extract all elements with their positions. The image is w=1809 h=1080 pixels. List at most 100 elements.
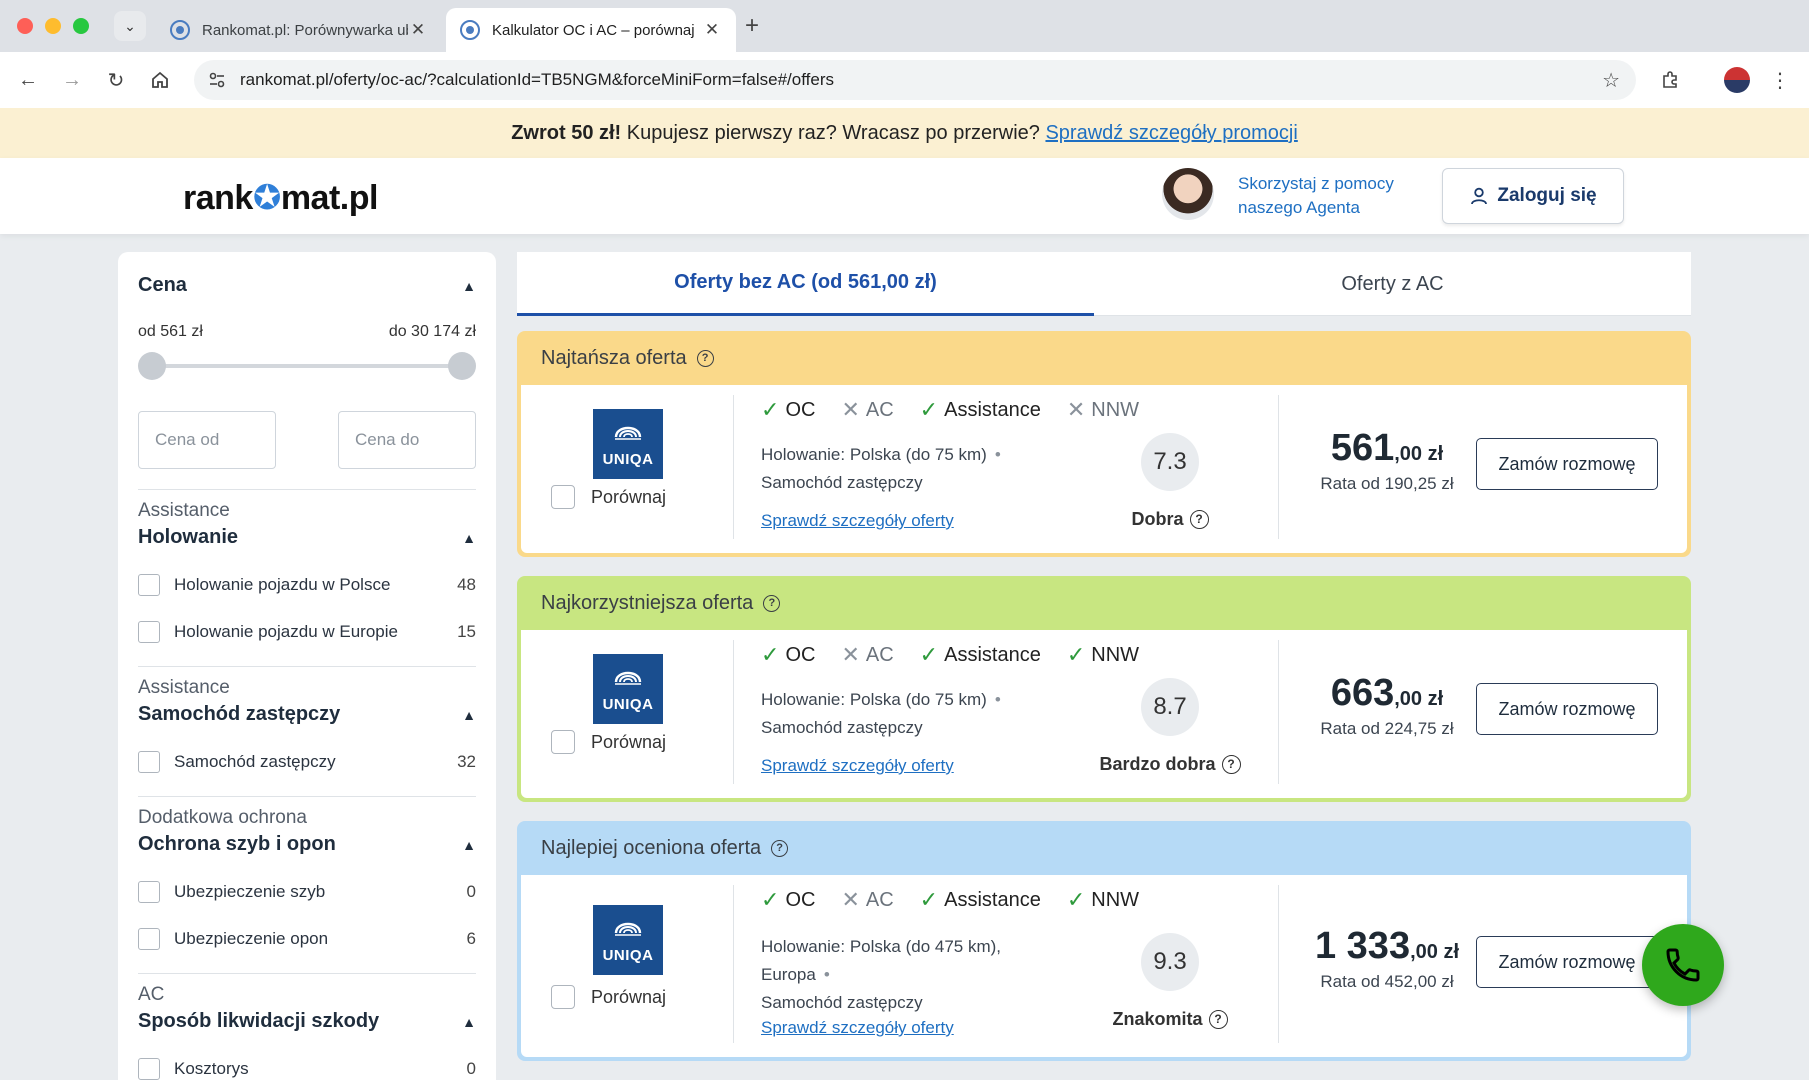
promo-details-link[interactable]: Sprawdź szczegóły promocji [1045,122,1297,144]
browser-tab-kalkulator[interactable]: Kalkulator OC i AC – porównaj ✕ [446,8,736,52]
chevron-up-icon[interactable]: ▲ [462,1014,476,1030]
compare-checkbox[interactable]: Porównaj [551,730,666,754]
new-tab-icon[interactable]: + [745,12,759,40]
tab-search-icon[interactable]: ⌄ [114,11,146,41]
checkbox[interactable] [138,621,160,643]
help-icon[interactable]: ? [771,839,789,857]
offer-details-link[interactable]: Sprawdź szczegóły oferty [761,756,954,776]
feature-nnw: ✓ NNW [1066,887,1140,912]
checkbox[interactable] [138,574,160,596]
tab-offers-without-ac[interactable]: Oferty bez AC (od 561,00 zł) [517,252,1094,316]
compare-checkbox[interactable]: Porównaj [551,485,666,509]
order-call-button[interactable]: Zamów rozmowę [1476,683,1658,735]
check-icon: ✓ [761,642,780,667]
offer-details-link[interactable]: Sprawdź szczegóły oferty [761,1018,954,1038]
filter-title: Sposób likwidacji szkody [138,1010,380,1032]
help-icon[interactable]: ? [1208,1010,1228,1029]
help-icon[interactable]: ? [763,594,781,612]
login-button[interactable]: Zaloguj się [1442,168,1624,224]
close-tab-icon[interactable]: ✕ [702,20,722,40]
forward-icon[interactable]: → [58,66,86,94]
feature-ac: ✕ AC [841,642,894,667]
slider-max-handle[interactable] [448,352,476,380]
price-from-input[interactable] [138,411,276,469]
filter-option-cost-estimate[interactable]: Kosztorys 0 [138,1057,476,1080]
tab-title: Rankomat.pl: Porównywarka ubezpieczeń [202,21,408,39]
order-call-button[interactable]: Zamów rozmowę [1476,438,1658,490]
offer-price: 663,00 zł Rata od 224,75 zł [1320,672,1454,738]
maximize-window-button[interactable] [73,18,89,34]
filter-option-glass-insurance[interactable]: Ubezpieczenie szyb 0 [138,880,476,904]
user-icon [1471,187,1488,205]
tab-offers-with-ac[interactable]: Oferty z AC [1094,252,1691,316]
rating-score: 7.3 [1141,433,1199,491]
checkbox[interactable] [138,881,160,903]
price-range-slider[interactable] [138,351,476,381]
close-tab-icon[interactable]: ✕ [408,20,428,40]
browser-tab-rankomat[interactable]: Rankomat.pl: Porównywarka ubezpieczeń ✕ [156,8,442,52]
filter-option-tire-insurance[interactable]: Ubezpieczenie opon 6 [138,927,476,951]
close-window-button[interactable] [17,18,33,34]
slider-track [150,364,464,368]
filter-title: Ochrona szyb i opon [138,833,336,855]
offer-details-link[interactable]: Sprawdź szczegóły oferty [761,511,954,531]
address-bar[interactable]: rankomat.pl/oferty/oc-ac/?calculationId=… [194,60,1636,100]
rating-label: Znakomita? [1070,1009,1270,1030]
back-icon[interactable]: ← [14,66,42,94]
uniqa-logo: UNIQA [593,905,663,975]
reload-icon[interactable]: ↻ [102,66,130,94]
checkbox[interactable] [138,928,160,950]
offer-details: Holowanie: Polska (do 75 km) • Samochód z… [761,690,1001,737]
compare-checkbox[interactable]: Porównaj [551,985,666,1009]
offer-card-top-rated: Najlepiej oceniona oferta ? UNIQA Porówn… [517,821,1691,1061]
price-to-input[interactable] [338,411,476,469]
price-filter-title: Cena [138,274,187,296]
filter-option-towing-poland[interactable]: Holowanie pojazdu w Polsce 48 [138,573,476,597]
checkbox[interactable] [138,751,160,773]
offer-header-title: Najlepiej oceniona oferta [541,836,762,859]
filter-category: AC [138,984,165,1005]
filters-sidebar: Cena ▲ od 561 zł do 30 174 zł Assistance… [118,252,496,1080]
filter-option-towing-europe[interactable]: Holowanie pojazdu w Europie 15 [138,620,476,644]
minimize-window-button[interactable] [45,18,61,34]
feature-nnw: ✕ NNW [1066,397,1140,422]
slider-min-handle[interactable] [138,352,166,380]
filter-option-replacement-car[interactable]: Samochód zastępczy 32 [138,750,476,774]
chevron-up-icon[interactable]: ▲ [462,530,476,546]
help-icon[interactable]: ? [1221,755,1241,774]
help-icon[interactable]: ? [696,349,714,367]
filter-title: Samochód zastępczy [138,703,341,725]
call-floating-button[interactable] [1642,924,1724,1006]
check-icon: ✓ [1066,642,1086,667]
claim-settlement-filter-header[interactable]: Sposób likwidacji szkody ▲ [138,1010,476,1033]
menu-dots-icon[interactable]: ⋮ [1766,66,1794,94]
rankomat-favicon-icon [170,20,190,40]
offer-header-title: Najkorzystniejsza oferta [541,591,754,614]
chevron-up-icon[interactable]: ▲ [462,837,476,853]
cross-icon: ✕ [841,397,860,422]
order-call-button[interactable]: Zamów rozmowę [1476,936,1658,988]
price-filter-header[interactable]: Cena ▲ [138,274,476,297]
feature-assistance: ✓ Assistance [919,887,1041,912]
check-icon: ✓ [1066,887,1086,912]
bookmark-star-icon[interactable]: ☆ [1602,68,1620,93]
chevron-up-icon[interactable]: ▲ [462,278,476,294]
chevron-up-icon[interactable]: ▲ [462,707,476,723]
extensions-icon[interactable] [1656,66,1684,94]
coverage-features: ✓ OC ✕ AC ✓ Assistance ✕ NNW [761,397,1139,423]
glass-tire-filter-header[interactable]: Ochrona szyb i opon ▲ [138,833,476,856]
home-icon[interactable] [146,66,174,94]
url-text: rankomat.pl/oferty/oc-ac/?calculationId=… [240,70,834,89]
browser-toolbar: ← → ↻ rankomat.pl/oferty/oc-ac/?calculat… [0,52,1809,108]
replacement-car-filter-header[interactable]: Samochód zastępczy ▲ [138,703,476,726]
checkbox[interactable] [138,1058,160,1080]
rankomat-logo[interactable]: rank✪mat.pl [183,178,378,218]
help-icon[interactable]: ? [1189,510,1209,529]
feature-assistance: ✓ Assistance [919,397,1041,422]
rating-score: 9.3 [1141,933,1199,991]
agent-help-link[interactable]: Skorzystaj z pomocy naszego Agenta [1238,172,1418,220]
profile-avatar[interactable] [1724,67,1750,93]
site-settings-icon[interactable] [208,71,226,89]
towing-filter-header[interactable]: Holowanie ▲ [138,526,476,549]
offer-price: 1 333,00 zł Rata od 452,00 zł [1314,925,1459,991]
